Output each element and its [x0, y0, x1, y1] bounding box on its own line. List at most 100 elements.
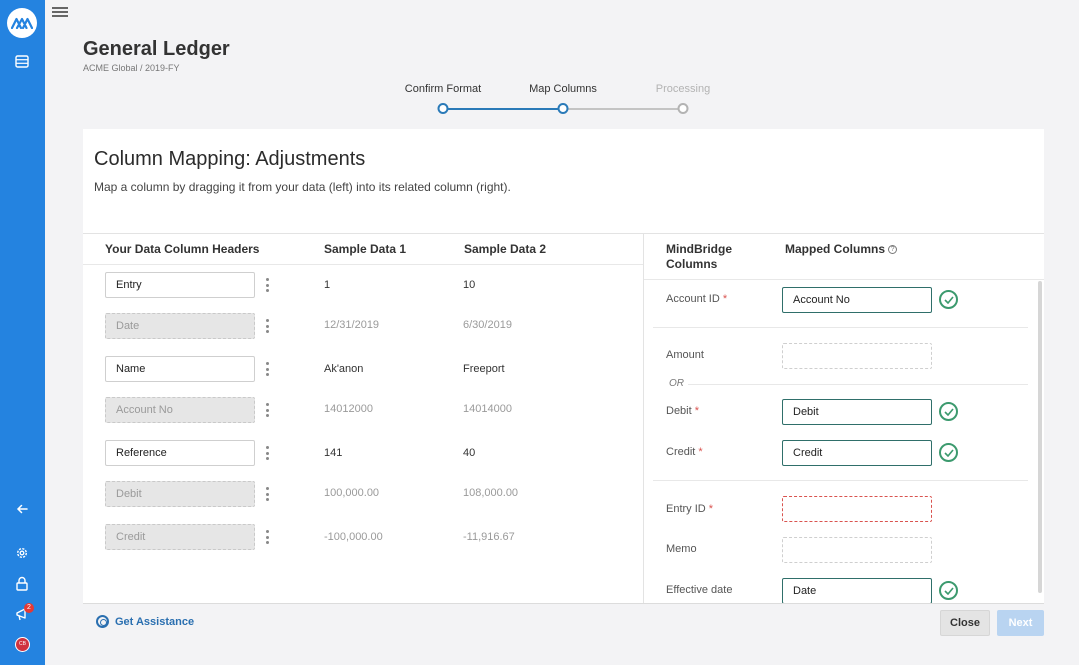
stepper-line-pending: [563, 108, 683, 110]
target-slot-amount[interactable]: [782, 343, 932, 369]
lifebuoy-icon: [96, 615, 109, 628]
drag-handle-icon[interactable]: [264, 487, 270, 501]
breadcrumb: ACME Global / 2019-FY: [83, 63, 180, 73]
database-icon[interactable]: [12, 51, 32, 71]
target-slot-account-id[interactable]: Account No: [782, 287, 932, 313]
target-slot-entry-id[interactable]: [782, 496, 932, 522]
target-label-text: Credit: [666, 446, 696, 458]
step-dot-map-columns: [557, 103, 569, 114]
step-dot-processing: [677, 103, 689, 114]
sample1-cell: Ak'anon: [324, 363, 364, 375]
header-mapped-label: Mapped Columns: [785, 242, 886, 256]
source-column-debit[interactable]: Debit: [105, 481, 255, 507]
drag-handle-icon[interactable]: [264, 403, 270, 417]
target-slot-debit[interactable]: Debit: [782, 399, 932, 425]
drag-handle-icon[interactable]: [264, 362, 270, 376]
lock-icon[interactable]: [12, 573, 32, 593]
card-subtitle: Map a column by dragging it from your da…: [94, 180, 511, 194]
target-label-entry-id: Entry ID *: [666, 503, 713, 515]
column-mapping-card: Column Mapping: Adjustments Map a column…: [83, 129, 1044, 604]
source-column-date[interactable]: Date: [105, 313, 255, 339]
target-label-account-id: Account ID *: [666, 293, 727, 305]
required-mark: *: [722, 293, 728, 305]
progress-stepper: Confirm Format Map Columns Processing: [390, 80, 730, 116]
sample2-cell: -11,916.67: [463, 531, 515, 543]
notification-badge: 2: [24, 603, 34, 613]
check-icon: [939, 290, 958, 309]
check-icon: [939, 402, 958, 421]
step-processing: Processing: [655, 83, 711, 95]
source-column-reference[interactable]: Reference: [105, 440, 255, 466]
page-title: General Ledger: [83, 38, 230, 60]
menu-icon[interactable]: [52, 5, 68, 21]
target-slot-credit[interactable]: Credit: [782, 440, 932, 466]
or-divider: [688, 384, 1028, 385]
drag-handle-icon[interactable]: [264, 278, 270, 292]
target-label-text: Debit: [666, 405, 692, 417]
column-divider: [643, 233, 644, 603]
step-confirm-format: Confirm Format: [404, 83, 482, 95]
next-button[interactable]: Next: [997, 610, 1044, 636]
get-assistance-link[interactable]: Get Assistance: [96, 615, 194, 628]
target-label-effective-date: Effective date: [666, 584, 733, 596]
sample2-cell: 40: [463, 447, 476, 459]
source-column-account-no[interactable]: Account No: [105, 397, 255, 423]
footer-divider: [83, 603, 1044, 604]
sample2-cell: 6/30/2019: [463, 319, 512, 331]
row-divider: [653, 327, 1028, 328]
sample1-cell: 14012000: [324, 403, 373, 415]
scrollbar[interactable]: [1038, 281, 1042, 593]
header-divider: [83, 264, 643, 265]
header-sample-2: Sample Data 2: [464, 242, 547, 256]
target-slot-effective-date[interactable]: Date: [782, 578, 932, 604]
app-logo[interactable]: [7, 8, 37, 38]
header-your-columns: Your Data Column Headers: [105, 242, 260, 256]
source-column-entry[interactable]: Entry: [105, 272, 255, 298]
collapse-arrow-icon[interactable]: [12, 499, 32, 519]
sample1-cell: 1: [324, 279, 331, 291]
source-column-name[interactable]: Name: [105, 356, 255, 382]
target-label-text: Account ID: [666, 293, 720, 305]
target-label-debit: Debit *: [666, 405, 699, 417]
help-icon[interactable]: ?: [888, 245, 898, 255]
required-mark: *: [694, 405, 700, 417]
step-map-columns: Map Columns: [529, 83, 597, 95]
logo-mark-icon: [11, 17, 33, 29]
source-column-credit[interactable]: Credit: [105, 524, 255, 550]
sample2-cell: 108,000.00: [463, 487, 519, 499]
divider: [83, 233, 1044, 234]
sample1-cell: -100,000.00: [324, 531, 383, 543]
target-label-credit: Credit *: [666, 446, 703, 458]
avatar[interactable]: CB: [15, 637, 30, 652]
required-mark: *: [708, 503, 714, 515]
card-title: Column Mapping: Adjustments: [94, 148, 366, 170]
sample1-cell: 141: [324, 447, 343, 459]
check-icon: [939, 581, 958, 600]
get-assistance-label: Get Assistance: [115, 615, 195, 628]
step-dot-confirm-format: [437, 103, 449, 114]
gear-icon[interactable]: [12, 543, 32, 563]
sample2-cell: 10: [463, 279, 476, 291]
drag-handle-icon[interactable]: [264, 319, 270, 333]
required-mark: *: [698, 446, 703, 458]
or-separator: OR: [669, 378, 684, 389]
target-label-memo: Memo: [666, 543, 697, 555]
drag-handle-icon[interactable]: [264, 530, 270, 544]
row-divider: [653, 480, 1028, 481]
close-button[interactable]: Close: [940, 610, 990, 636]
sidebar: 2 CB: [0, 0, 45, 665]
sample2-cell: Freeport: [463, 363, 505, 375]
drag-handle-icon[interactable]: [264, 446, 270, 460]
sample1-cell: 12/31/2019: [324, 319, 380, 331]
header-mindbridge-columns: MindBridge Columns: [666, 242, 732, 271]
target-label-text: Entry ID: [666, 503, 706, 515]
sample1-cell: 100,000.00: [324, 487, 380, 499]
target-label-amount: Amount: [666, 349, 704, 361]
sample2-cell: 14014000: [463, 403, 512, 415]
target-slot-memo[interactable]: [782, 537, 932, 563]
check-icon: [939, 443, 958, 462]
header-sample-1: Sample Data 1: [324, 242, 407, 256]
header-divider: [644, 279, 1044, 280]
stepper-line-complete: [443, 108, 563, 110]
header-mapped-columns: Mapped Columns?: [785, 242, 898, 256]
